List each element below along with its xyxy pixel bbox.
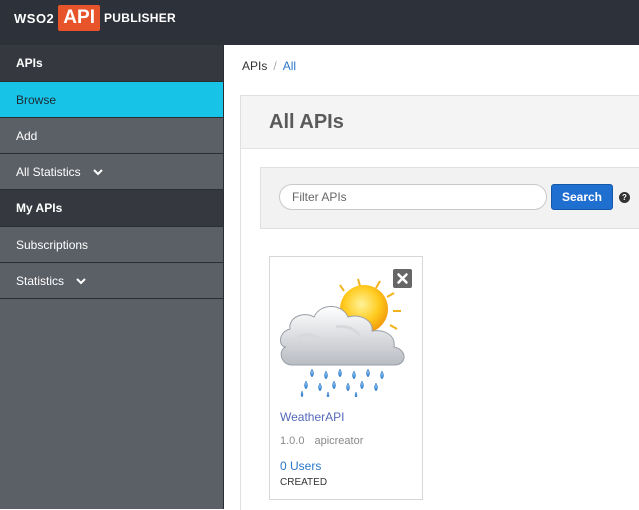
api-status-label: CREATED	[280, 477, 328, 488]
breadcrumb-separator: /	[273, 59, 277, 73]
sidebar-item-subscriptions[interactable]: Subscriptions	[0, 227, 223, 263]
sidebar-item-all-statistics[interactable]: All Statistics	[0, 154, 223, 190]
logo-wso2-text: WSO2	[14, 10, 55, 26]
wso2-api-publisher-logo[interactable]: WSO2 API PUBLISHER	[14, 4, 176, 32]
page-title: All APIs	[269, 110, 344, 133]
sidebar-item-label: Browse	[16, 92, 57, 107]
sidebar-item-label: Add	[16, 128, 38, 143]
filter-apis-input[interactable]	[279, 184, 547, 210]
chevron-down-icon	[92, 168, 103, 176]
search-button[interactable]: Search	[551, 184, 613, 210]
filter-bar: Search ?	[260, 167, 639, 229]
panel-header: All APIs	[241, 96, 639, 149]
sidebar-section-my-apis: My APIs	[0, 190, 223, 227]
api-card[interactable]: WeatherAPI 1.0.0 apicreator 0 Users CREAT…	[269, 256, 423, 500]
sidebar-section-apis: APIs	[0, 45, 223, 82]
api-users-link[interactable]: 0 Users	[280, 459, 321, 473]
breadcrumb: APIs / All	[242, 59, 296, 73]
breadcrumb-current[interactable]: All	[283, 59, 296, 73]
sidebar-item-label: All Statistics	[16, 164, 81, 179]
help-icon[interactable]: ?	[619, 192, 630, 203]
api-meta: 1.0.0 apicreator	[280, 435, 363, 447]
sidebar-item-browse[interactable]: Browse	[0, 82, 223, 118]
chevron-down-icon	[76, 277, 86, 285]
logo-publisher-text: PUBLISHER	[103, 11, 177, 25]
sidebar: APIs Browse Add All Statistics My APIs S…	[0, 45, 224, 509]
api-provider: apicreator	[314, 435, 364, 447]
apis-panel: All APIs Search ?	[240, 95, 639, 510]
main-content: APIs / All All APIs Search ?	[224, 45, 639, 510]
api-name-link[interactable]: WeatherAPI	[280, 410, 344, 424]
sidebar-item-label: Statistics	[16, 273, 65, 288]
api-version: 1.0.0	[280, 435, 305, 447]
sidebar-item-statistics[interactable]: Statistics	[0, 263, 223, 299]
weather-rain-sun-icon[interactable]	[276, 277, 418, 397]
sidebar-item-label: Subscriptions	[16, 237, 89, 252]
breadcrumb-root[interactable]: APIs	[242, 59, 267, 73]
logo-api-badge: API	[58, 5, 100, 31]
top-navbar: WSO2 API PUBLISHER	[0, 0, 639, 45]
sidebar-item-add[interactable]: Add	[0, 118, 223, 154]
